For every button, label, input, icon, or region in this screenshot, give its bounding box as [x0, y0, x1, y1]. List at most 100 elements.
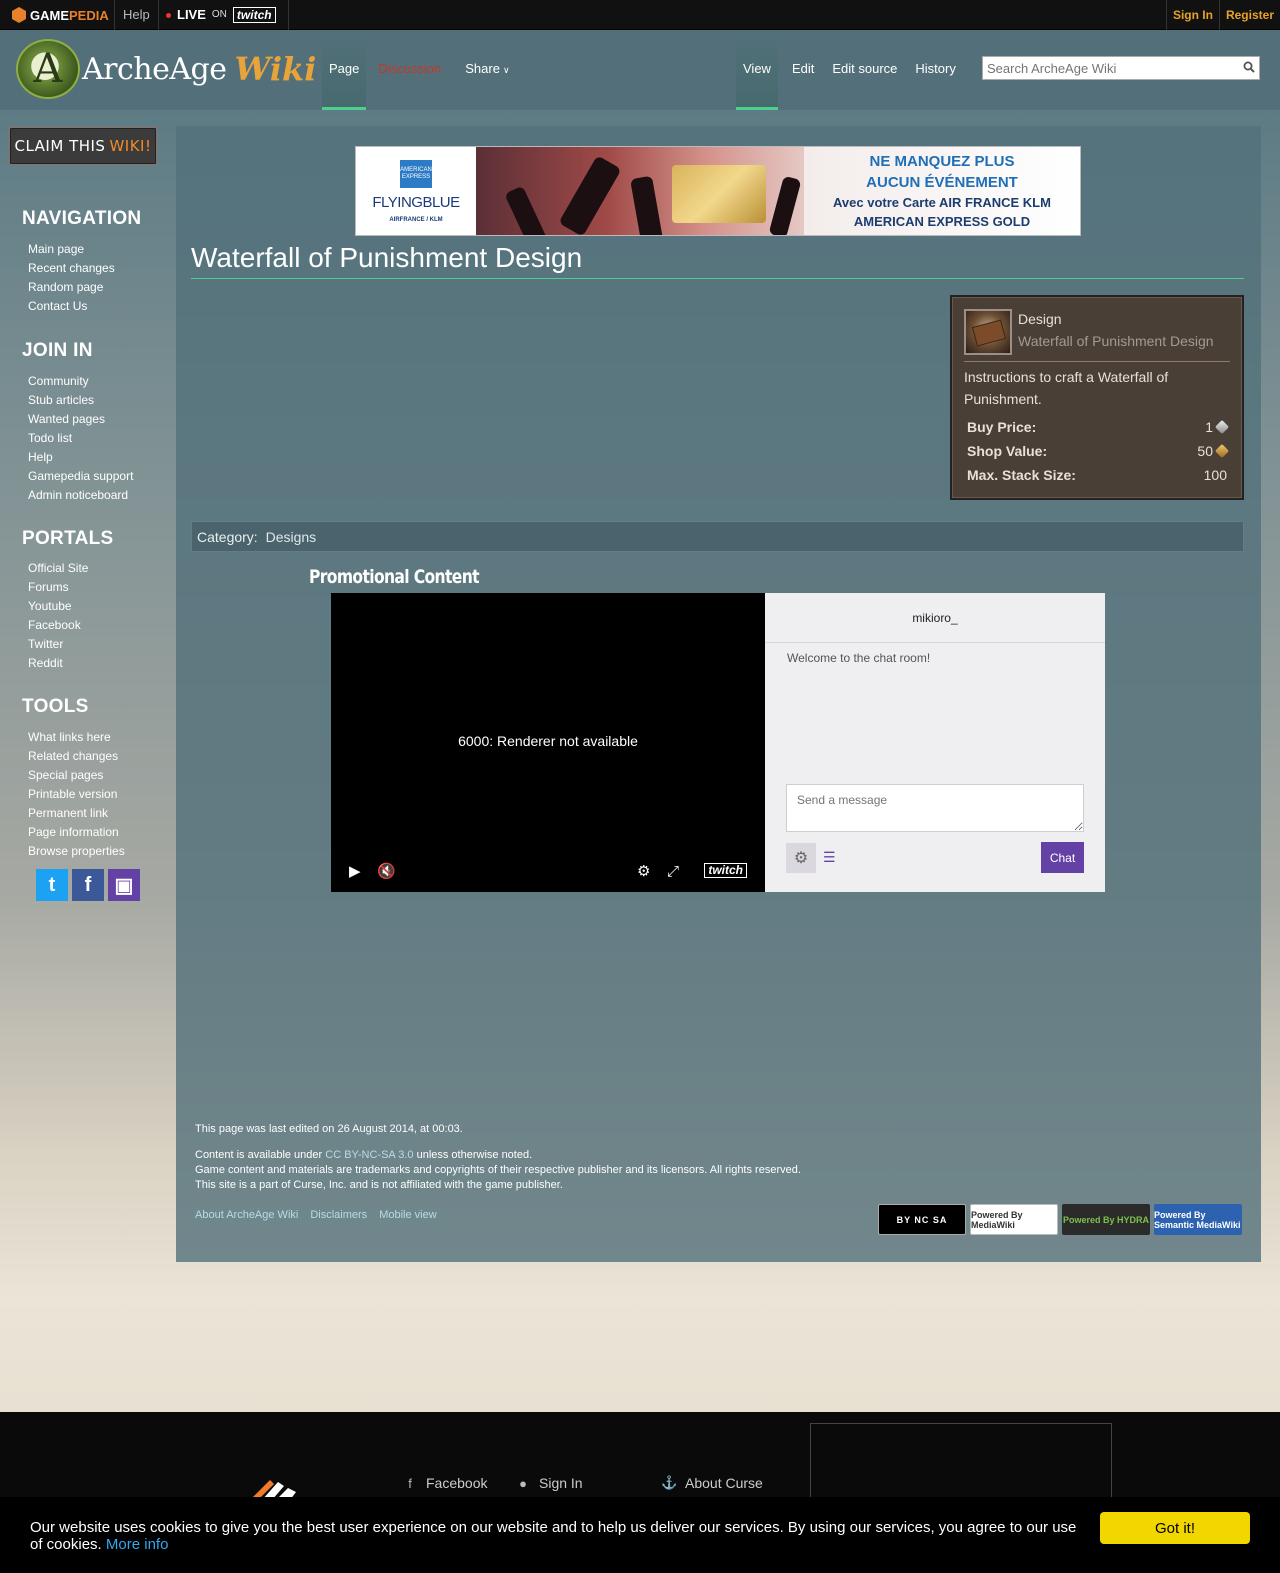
sidebar-item-forums[interactable]: Forums — [28, 578, 88, 597]
infobox-name: Waterfall of Punishment Design — [1018, 333, 1214, 349]
portals-heading: PORTALS — [22, 528, 114, 549]
register-link[interactable]: Register — [1218, 0, 1280, 30]
search-input[interactable] — [983, 57, 1233, 79]
sidebar-item-admin-noticeboard[interactable]: Admin noticeboard — [28, 486, 133, 505]
cc-license-badge-icon[interactable]: BY NC SA — [878, 1204, 966, 1235]
sidebar-item-stub-articles[interactable]: Stub articles — [28, 391, 133, 410]
tab-share[interactable]: Share ∨ — [453, 31, 516, 110]
tab-view[interactable]: View — [736, 31, 778, 110]
footer-badges: BY NC SA Powered By MediaWiki Powered By… — [878, 1204, 1242, 1235]
live-on-twitch[interactable]: LIVE ON twitch — [158, 0, 289, 30]
join-in-list: Community Stub articles Wanted pages Tod… — [28, 372, 133, 505]
infobox-row: Max. Stack Size: 100 — [967, 467, 1227, 483]
amex-logo-icon: AMERICAN EXPRESS — [400, 159, 432, 188]
page-tabs: Page Discussion Share ∨ — [322, 31, 517, 110]
sidebar-item-facebook[interactable]: Facebook — [28, 616, 88, 635]
twitch-watermark-icon[interactable]: twitch — [704, 863, 747, 878]
sidebar-item-twitter[interactable]: Twitter — [28, 635, 88, 654]
help-link[interactable]: Help — [114, 0, 159, 30]
advertisement-banner[interactable]: AMERICAN EXPRESS FLYINGBLUE AIRFRANCE / … — [355, 146, 1081, 236]
sidebar-item-contact-us[interactable]: Contact Us — [28, 297, 115, 316]
gamepedia-logo[interactable]: GAME PEDIA — [12, 7, 109, 23]
cookie-text: Our website uses cookies to give you the… — [30, 1519, 1077, 1553]
category-designs-link[interactable]: Designs — [266, 529, 317, 545]
navigation-list: Main page Recent changes Random page Con… — [28, 240, 115, 316]
infobox-header: Design Waterfall of Punishment Design — [964, 309, 1230, 362]
settings-gear-icon[interactable]: ⚙ — [637, 862, 650, 880]
sidebar-item-what-links-here[interactable]: What links here — [28, 728, 125, 747]
twitter-icon[interactable]: t — [36, 869, 68, 901]
infobox-type: Design — [1018, 311, 1062, 327]
license-link[interactable]: CC BY-NC-SA 3.0 — [325, 1149, 413, 1161]
got-it-button[interactable]: Got it! — [1100, 1512, 1250, 1544]
copyright-text: Content is available under CC BY-NC-SA 3… — [195, 1149, 801, 1191]
sidebar-item-gamepedia-support[interactable]: Gamepedia support — [28, 467, 133, 486]
sidebar-item-youtube[interactable]: Youtube — [28, 597, 88, 616]
chat-send-button[interactable]: Chat — [1041, 842, 1084, 873]
semantic-mediawiki-badge-icon[interactable]: Powered By Semantic MediaWiki — [1154, 1204, 1242, 1235]
facebook-icon[interactable]: f — [72, 869, 104, 901]
chat-message-input[interactable] — [786, 784, 1084, 832]
twitch-embed: 6000: Renderer not available ▶ 🔇 ⚙ ⤢ twi… — [331, 593, 1105, 892]
mediawiki-badge-icon[interactable]: Powered By MediaWiki — [970, 1204, 1058, 1235]
ad-text: NE MANQUEZ PLUS AUCUN ÉVÉNEMENT Avec vot… — [804, 147, 1080, 235]
sidebar: CLAIM THIS WIKI! NAVIGATION Main page Rec… — [0, 110, 176, 1412]
about-link[interactable]: About ArcheAge Wiki — [195, 1209, 298, 1221]
tab-edit-source[interactable]: Edit source — [823, 31, 906, 110]
more-info-link[interactable]: More info — [106, 1536, 169, 1553]
ad-image — [476, 147, 804, 235]
account-links: Sign In Register — [1165, 0, 1280, 30]
fullscreen-icon[interactable]: ⤢ — [667, 863, 679, 880]
cookie-banner: Our website uses cookies to give you the… — [0, 1497, 1280, 1573]
sidebar-item-random-page[interactable]: Random page — [28, 278, 115, 297]
sidebar-item-main-page[interactable]: Main page — [28, 240, 115, 259]
category-links: Category: Designs — [191, 521, 1244, 552]
mute-icon[interactable]: 🔇 — [377, 862, 396, 880]
sign-in-link[interactable]: Sign In — [1165, 0, 1219, 30]
sidebar-item-related-changes[interactable]: Related changes — [28, 747, 125, 766]
search-icon[interactable] — [1243, 61, 1255, 73]
twitch-logo-icon: twitch — [232, 7, 276, 23]
curse-facebook-link[interactable]: f Facebook — [402, 1475, 487, 1491]
mobile-view-link[interactable]: Mobile view — [379, 1209, 436, 1221]
sidebar-item-recent-changes[interactable]: Recent changes — [28, 259, 115, 278]
twitch-icon[interactable]: ▣ — [108, 869, 140, 901]
sidebar-item-browse-properties[interactable]: Browse properties — [28, 842, 125, 861]
claim-wiki-button[interactable]: CLAIM THIS WIKI! — [8, 126, 158, 166]
tab-page[interactable]: Page — [322, 31, 367, 110]
flyingblue-logo: FLYINGBLUE — [372, 193, 460, 211]
sidebar-item-help[interactable]: Help — [28, 448, 133, 467]
gold-card-image — [672, 165, 766, 223]
sidebar-item-community[interactable]: Community — [28, 372, 133, 391]
viewer-list-icon[interactable]: ☰ — [823, 849, 836, 866]
sidebar-item-printable-version[interactable]: Printable version — [28, 785, 125, 804]
wiki-logo[interactable]: A ArcheAge Wiki — [16, 39, 316, 99]
tab-edit[interactable]: Edit — [778, 31, 823, 110]
about-curse-link[interactable]: ⚓ About Curse — [661, 1475, 763, 1491]
hydra-badge-icon[interactable]: Powered By HYDRA — [1062, 1204, 1150, 1235]
navigation-heading: NAVIGATION — [22, 208, 142, 229]
play-icon[interactable]: ▶ — [349, 862, 361, 880]
sidebar-item-permanent-link[interactable]: Permanent link — [28, 804, 125, 823]
sidebar-item-reddit[interactable]: Reddit — [28, 654, 88, 673]
tab-share-label: Share — [465, 61, 500, 76]
tab-discussion[interactable]: Discussion — [366, 31, 453, 110]
sidebar-item-official-site[interactable]: Official Site — [28, 559, 88, 578]
sidebar-item-special-pages[interactable]: Special pages — [28, 766, 125, 785]
sidebar-item-page-information[interactable]: Page information — [28, 823, 125, 842]
silver-coin-icon — [1214, 419, 1230, 435]
live-dot-icon — [166, 12, 171, 18]
sidebar-item-wanted-pages[interactable]: Wanted pages — [28, 410, 133, 429]
sidebar-item-todo-list[interactable]: Todo list — [28, 429, 133, 448]
copper-coin-icon — [1214, 443, 1230, 459]
ad-brand-panel: AMERICAN EXPRESS FLYINGBLUE AIRFRANCE / … — [356, 147, 476, 235]
facebook-icon: f — [408, 1475, 412, 1491]
chat-panel: mikioro_ Welcome to the chat room! ⚙ ☰ C… — [765, 593, 1105, 892]
video-player[interactable]: 6000: Renderer not available ▶ 🔇 ⚙ ⤢ twi… — [331, 593, 765, 892]
chat-settings-icon[interactable]: ⚙ — [786, 843, 816, 873]
airfrance-klm-logo: AIRFRANCE / KLM — [389, 216, 443, 223]
curse-sign-in-link[interactable]: ● Sign In — [515, 1475, 583, 1491]
disclaimers-link[interactable]: Disclaimers — [310, 1209, 367, 1221]
join-in-heading: JOIN IN — [22, 340, 93, 361]
tab-history[interactable]: History — [906, 31, 964, 110]
